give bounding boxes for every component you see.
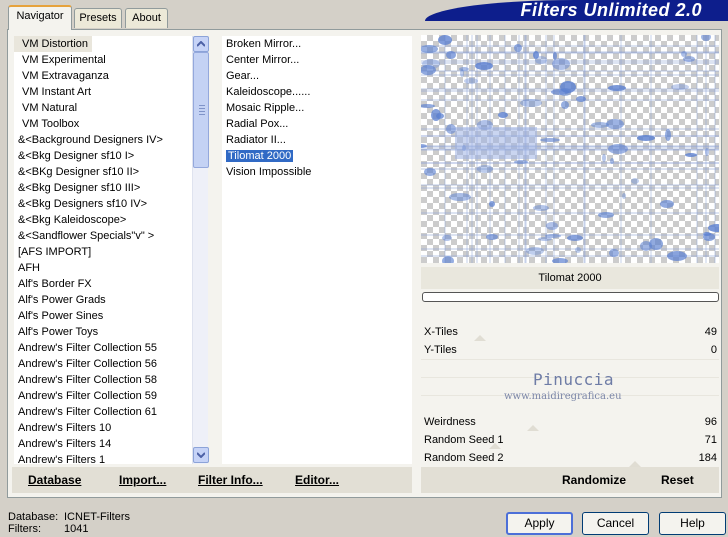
scroll-thumb[interactable] (193, 52, 209, 168)
tab-about[interactable]: About (125, 8, 168, 28)
help-button[interactable]: Help (659, 512, 726, 535)
category-item[interactable]: VM Instant Art (14, 84, 192, 100)
category-item[interactable]: VM Natural (14, 100, 192, 116)
filter-item-label: Radiator II... (226, 134, 286, 146)
category-item[interactable]: Andrew's Filter Collection 56 (14, 356, 192, 372)
filter-item-label: Mosaic Ripple... (226, 102, 305, 114)
param-label: Y-Tiles (424, 344, 457, 356)
filter-item[interactable]: Center Mirror... (222, 52, 412, 68)
chevron-down-icon (197, 452, 205, 458)
category-item[interactable]: AFH (14, 260, 192, 276)
reset-button[interactable]: Reset (661, 473, 694, 487)
scroll-down-button[interactable] (193, 447, 209, 463)
category-item[interactable]: VM Toolbox (14, 116, 192, 132)
filter-item-label: Center Mirror... (226, 54, 300, 66)
filter-item[interactable]: Mosaic Ripple... (222, 100, 412, 116)
param-value: 0 (710, 344, 717, 356)
import-button[interactable]: Import... (119, 473, 166, 487)
tab-navigator[interactable]: Navigator (8, 5, 72, 30)
watermark-url: www.maidiregrafica.eu (504, 391, 622, 402)
category-item[interactable]: &<Sandflower Specials"v" > (14, 228, 192, 244)
filters-count-value: 1041 (64, 523, 89, 535)
category-item[interactable]: Andrew's Filters 14 (14, 436, 192, 452)
cancel-button[interactable]: Cancel (582, 512, 649, 535)
preview-image (421, 35, 719, 263)
app-title-banner: Filters Unlimited 2.0 (425, 0, 728, 21)
tab-presets[interactable]: Presets (74, 8, 122, 28)
category-scrollbar[interactable] (192, 36, 209, 464)
filter-item-label: Radial Pox... (226, 118, 289, 130)
param-value: 49 (704, 326, 717, 338)
category-item[interactable]: &<Bkg Designer sf10 III> (14, 180, 192, 196)
filter-list[interactable]: Broken Mirror... Center Mirror... Gear... K… (222, 36, 412, 464)
filter-item-label: Vision Impossible (226, 166, 312, 178)
category-item[interactable]: Andrew's Filter Collection 55 (14, 340, 192, 356)
category-item[interactable]: Andrew's Filters 10 (14, 420, 192, 436)
filter-item-label: Tilomat 2000 (226, 150, 294, 162)
category-item[interactable]: &<Background Designers IV> (14, 132, 192, 148)
scroll-up-button[interactable] (193, 36, 209, 52)
apply-button[interactable]: Apply (506, 512, 573, 535)
filter-item[interactable]: Radiator II... (222, 132, 412, 148)
category-item[interactable]: &<Bkg Designers sf10 IV> (14, 196, 192, 212)
category-item[interactable]: &<Bkg Kaleidoscope> (14, 212, 192, 228)
param-random-seed-2[interactable]: Random Seed 2 184 (421, 449, 719, 467)
param-label: Random Seed 2 (424, 452, 504, 464)
category-item[interactable]: Andrew's Filter Collection 61 (14, 404, 192, 420)
category-item[interactable]: Alf's Border FX (14, 276, 192, 292)
chevron-up-icon (197, 41, 205, 47)
filter-item-label: Broken Mirror... (226, 38, 302, 50)
category-item[interactable]: Andrew's Filter Collection 58 (14, 372, 192, 388)
filter-item[interactable]: Radial Pox... (222, 116, 412, 132)
filter-preview (421, 35, 719, 263)
filter-item-label: Kaleidoscope...... (226, 86, 311, 98)
param-random-seed-1[interactable]: Random Seed 1 71 (421, 431, 719, 449)
filter-item[interactable]: Kaleidoscope...... (222, 84, 412, 100)
category-item[interactable]: Alf's Power Sines (14, 308, 192, 324)
category-item[interactable]: Alf's Power Toys (14, 324, 192, 340)
database-value: ICNET-Filters (64, 511, 130, 523)
progress-bar (422, 292, 719, 302)
editor-button[interactable]: Editor... (295, 473, 339, 487)
category-item[interactable]: VM Experimental (14, 52, 192, 68)
database-button[interactable]: Database (28, 473, 81, 487)
category-item[interactable]: [AFS IMPORT] (14, 244, 192, 260)
category-item[interactable]: Alf's Power Grads (14, 292, 192, 308)
param-value: 96 (704, 416, 717, 428)
filter-item-label: Gear... (226, 70, 260, 82)
param-weirdness[interactable]: Weirdness 96 (421, 413, 719, 431)
param-label: X-Tiles (424, 326, 458, 338)
filters-count-label: Filters: (8, 523, 41, 535)
filter-item[interactable]: Tilomat 2000 (222, 148, 412, 164)
category-item[interactable]: &<Bkg Designer sf10 I> (14, 148, 192, 164)
param-value: 184 (698, 452, 717, 464)
filter-item[interactable]: Gear... (222, 68, 412, 84)
param-x-tiles[interactable]: X-Tiles 49 (421, 323, 719, 341)
filter-info-button[interactable]: Filter Info... (198, 473, 263, 487)
category-item[interactable]: VM Extravaganza (14, 68, 192, 84)
param-label: Weirdness (424, 416, 476, 428)
category-item[interactable]: &<BKg Designer sf10 II> (14, 164, 192, 180)
selected-filter-title: Tilomat 2000 (421, 267, 719, 289)
category-item[interactable]: VM Distortion (14, 36, 93, 52)
filter-item[interactable]: Broken Mirror... (222, 36, 412, 52)
filter-item[interactable]: Vision Impossible (222, 164, 412, 180)
database-label: Database: (8, 511, 59, 523)
category-list[interactable]: VM Distortion VM Experimental VM Extravaga… (14, 36, 192, 464)
watermark-name: Pinuccia (533, 370, 615, 389)
randomize-button[interactable]: Randomize (562, 473, 626, 487)
param-value: 71 (704, 434, 717, 446)
category-item[interactable]: Andrew's Filter Collection 59 (14, 388, 192, 404)
param-y-tiles[interactable]: Y-Tiles 0 (421, 341, 719, 359)
category-item[interactable]: Andrew's Filters 1 (14, 452, 192, 464)
